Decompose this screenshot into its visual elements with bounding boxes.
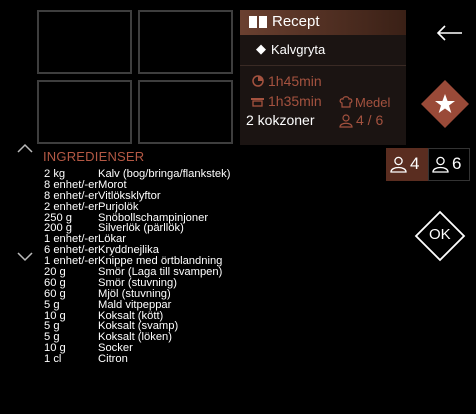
ok-label: OK bbox=[429, 226, 451, 243]
recipe-image-slot-4[interactable] bbox=[138, 80, 233, 144]
dish-row: ◆ Kalvgryta bbox=[240, 35, 406, 66]
recipe-image-slot-3[interactable] bbox=[37, 80, 132, 144]
ingredient-row: 10 g Socker bbox=[44, 343, 344, 354]
ingredient-row: 60 g Mjöl (stuvning) bbox=[44, 288, 344, 300]
persons-icon bbox=[339, 114, 353, 128]
ingredients-title: INGREDIENSER bbox=[43, 149, 145, 164]
recipe-image-slot-2[interactable] bbox=[138, 10, 233, 74]
ingredient-name: Citron bbox=[98, 353, 128, 366]
chef-hat-icon bbox=[339, 96, 353, 108]
ingredient-row: 1 cl Citron bbox=[44, 354, 344, 365]
ingredient-row: 2 enhet/-er Purjolök bbox=[44, 201, 344, 213]
person-icon bbox=[432, 156, 449, 173]
ingredient-amount: 1 cl bbox=[44, 353, 62, 366]
prep-time: 1h45min bbox=[268, 73, 322, 89]
ingredient-row: 5 g Koksalt (löken) bbox=[44, 332, 344, 343]
ingredient-row: 5 g Mald vitpeppar bbox=[44, 299, 344, 311]
ok-button[interactable]: OK bbox=[414, 210, 466, 262]
favorite-star-button[interactable] bbox=[421, 80, 469, 128]
servings-left-count: 4 bbox=[410, 154, 420, 173]
scroll-up-chevron-icon[interactable] bbox=[17, 143, 33, 153]
clock-icon bbox=[252, 75, 264, 87]
recipe-header: Recept bbox=[240, 10, 406, 35]
back-arrow-icon[interactable] bbox=[434, 22, 464, 44]
difficulty-label: Medel bbox=[355, 95, 391, 110]
pot-icon bbox=[251, 98, 264, 107]
ingredient-row: 5 g Koksalt (svamp) bbox=[44, 321, 344, 332]
ingredient-row: 60 g Smör (stuvning) bbox=[44, 277, 344, 289]
servings-option-right[interactable]: 6 bbox=[428, 148, 470, 181]
ingredient-row: 10 g Koksalt (kött) bbox=[44, 310, 344, 322]
diamond-icon: ◆ bbox=[256, 41, 266, 56]
ingredient-list: 2 kg Kalv (bog/bringa/flankstek) 8 enhet/-… bbox=[44, 168, 344, 365]
person-icon bbox=[390, 156, 407, 173]
servings-option-left[interactable]: 4 bbox=[386, 148, 428, 181]
servings-right-count: 6 bbox=[452, 154, 462, 173]
dish-name: Kalvgryta bbox=[271, 42, 326, 57]
scroll-down-chevron-icon[interactable] bbox=[17, 252, 33, 262]
book-icon bbox=[249, 16, 267, 28]
persons-label: 4 / 6 bbox=[356, 112, 384, 128]
servings-selector: 4 6 bbox=[386, 148, 470, 181]
recipe-image-slot-1[interactable] bbox=[37, 10, 132, 74]
zones-label: 2 kokzoner bbox=[246, 112, 315, 128]
ingredient-row: 20 g Smör (Laga till svampen) bbox=[44, 266, 344, 278]
cook-time: 1h35min bbox=[268, 93, 322, 109]
recipe-label: Recept bbox=[272, 13, 320, 30]
ingredient-row: 250 g Snöbollschampinjoner bbox=[44, 212, 344, 224]
